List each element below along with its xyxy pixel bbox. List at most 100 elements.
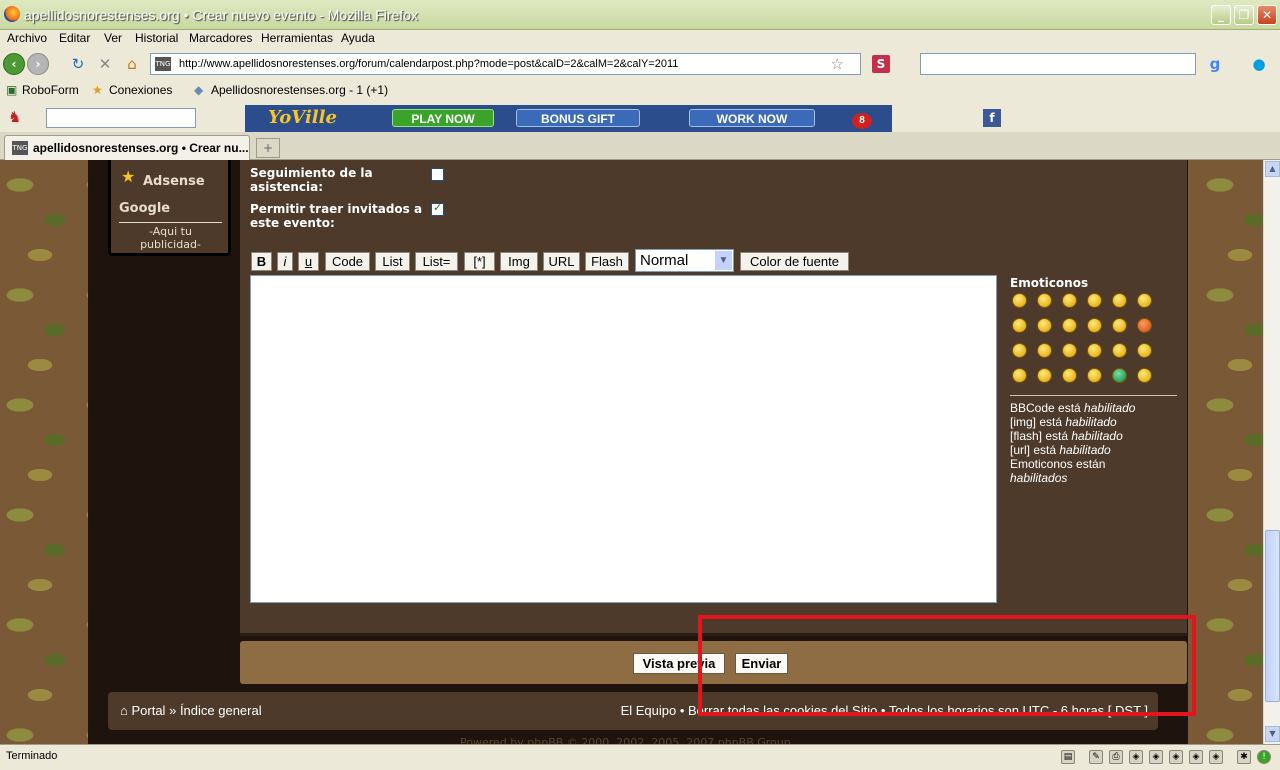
menu-ayuda[interactable]: Ayuda xyxy=(341,31,375,45)
search-input[interactable] xyxy=(920,53,1196,75)
page-info-icon[interactable]: ▤ xyxy=(1061,750,1075,764)
bbcode-bold-button[interactable]: B xyxy=(251,252,272,271)
tab-active[interactable]: TNG apellidosnorestenses.org • Crear nu.… xyxy=(4,135,250,160)
play-now-button[interactable]: PLAY NOW xyxy=(392,109,494,127)
portal-link[interactable]: Portal xyxy=(131,703,165,718)
emoticon-icon[interactable] xyxy=(1037,293,1052,308)
emoticon-icon[interactable] xyxy=(1062,368,1077,383)
bbcode-underline-button[interactable]: u xyxy=(298,252,319,271)
emoticon-icon[interactable] xyxy=(1112,343,1127,358)
emoticon-icon[interactable] xyxy=(1062,318,1077,333)
emoticon-icon[interactable] xyxy=(1137,343,1152,358)
emoticon-icon[interactable] xyxy=(1012,368,1027,383)
emoticon-icon[interactable] xyxy=(1087,368,1102,383)
home-icon[interactable]: ⌂ xyxy=(123,55,141,73)
toolbar-combo[interactable] xyxy=(46,108,196,128)
reload-icon[interactable]: ↻ xyxy=(69,55,87,73)
close-button[interactable]: ✕ xyxy=(1257,5,1277,25)
print-icon[interactable]: ⎙ xyxy=(1109,750,1123,764)
vertical-scrollbar[interactable]: ▲ ▼ xyxy=(1263,160,1280,744)
window-titlebar: apellidosnorestenses.org • Crear nuevo e… xyxy=(0,0,1280,30)
bbcode-italic-button[interactable]: i xyxy=(277,252,293,271)
scroll-down-icon[interactable]: ▼ xyxy=(1265,726,1280,742)
font-color-button[interactable]: Color de fuente xyxy=(740,252,849,271)
emoticons-status-value: habilitados xyxy=(1010,471,1068,485)
facebook-icon[interactable]: f xyxy=(983,109,1001,127)
maximize-button[interactable]: ❐ xyxy=(1234,5,1254,25)
font-size-select[interactable]: Normal ▼ xyxy=(635,249,734,272)
menu-herramientas[interactable]: Herramientas xyxy=(261,31,333,45)
status-text: Terminado xyxy=(6,750,58,762)
back-button[interactable]: ‹ xyxy=(3,53,25,75)
bbcode-list-ordered-button[interactable]: List= xyxy=(415,252,458,271)
addon-icon[interactable]: ◈ xyxy=(1209,750,1223,764)
bookmark-site[interactable]: Apellidosnorestenses.org - 1 (+1) xyxy=(211,83,388,97)
firefox-logo-icon xyxy=(4,6,20,22)
tab-bar: TNG apellidosnorestenses.org • Crear nu.… xyxy=(0,132,1280,160)
status-ok-icon[interactable]: ! xyxy=(1257,750,1271,764)
emoticon-icon[interactable] xyxy=(1137,318,1152,333)
footer-breadcrumb: ⌂ Portal » Índice general xyxy=(120,703,262,718)
bbcode-list-button[interactable]: List xyxy=(375,252,410,271)
bonus-gift-button[interactable]: BONUS GIFT xyxy=(516,109,640,127)
addon-icon[interactable]: ◈ xyxy=(1189,750,1203,764)
addon-icon[interactable]: ◈ xyxy=(1129,750,1143,764)
menu-historial[interactable]: Historial xyxy=(135,31,178,45)
message-textarea[interactable] xyxy=(250,275,997,603)
emoticon-icon[interactable] xyxy=(1087,343,1102,358)
invitados-checkbox[interactable] xyxy=(431,201,444,216)
tab-label: apellidosnorestenses.org • Crear nu... xyxy=(33,141,249,155)
emoticon-icon[interactable] xyxy=(1087,318,1102,333)
emoticon-icon[interactable] xyxy=(1037,343,1052,358)
forward-button[interactable]: › xyxy=(27,53,49,75)
bookmark-star-icon[interactable]: ☆ xyxy=(831,55,844,73)
addon-icon[interactable]: ◈ xyxy=(1169,750,1183,764)
bookmark-roboform[interactable]: RoboForm xyxy=(22,83,79,97)
emoticon-icon[interactable] xyxy=(1112,293,1127,308)
menu-archivo[interactable]: Archivo xyxy=(7,31,47,45)
yoville-logo[interactable]: YoVille xyxy=(268,107,337,128)
edit-icon[interactable]: ✎ xyxy=(1089,750,1103,764)
emoticon-icon[interactable] xyxy=(1137,368,1152,383)
bbcode-img-button[interactable]: Img xyxy=(500,252,538,271)
bbcode-url-button[interactable]: URL xyxy=(543,252,580,271)
bbcode-code-button[interactable]: Code xyxy=(325,252,370,271)
breadcrumb-separator: » xyxy=(169,703,177,718)
index-link[interactable]: Índice general xyxy=(180,703,262,718)
menu-ver[interactable]: Ver xyxy=(104,31,122,45)
chevron-down-icon[interactable]: ▼ xyxy=(715,251,732,270)
emoticon-icon[interactable] xyxy=(1112,318,1127,333)
emoticon-icon[interactable] xyxy=(1062,343,1077,358)
emoticon-icon[interactable] xyxy=(1087,293,1102,308)
work-now-button[interactable]: WORK NOW xyxy=(689,109,815,127)
emoticon-icon[interactable] xyxy=(1037,368,1052,383)
sidebar-ad-link[interactable]: -Aqui tu publicidad- xyxy=(119,225,222,251)
emoticon-icon[interactable] xyxy=(1012,318,1027,333)
tools-icon[interactable]: ✱ xyxy=(1237,750,1251,764)
new-tab-button[interactable]: + xyxy=(256,138,280,158)
url-bar[interactable]: TNG http://www.apellidosnorestenses.org/… xyxy=(150,53,861,75)
seguimiento-checkbox[interactable] xyxy=(431,168,444,181)
menu-editar[interactable]: Editar xyxy=(59,31,90,45)
roboform-search-icon[interactable]: S xyxy=(872,55,890,73)
emoticon-icon[interactable] xyxy=(1012,343,1027,358)
bookmark-conexiones[interactable]: Conexiones xyxy=(109,83,172,97)
bbcode-flash-button[interactable]: Flash xyxy=(585,252,629,271)
page-icon: ◆ xyxy=(194,83,204,97)
emoticon-icon[interactable] xyxy=(1062,293,1077,308)
addon-icon[interactable]: ◈ xyxy=(1149,750,1163,764)
menu-marcadores[interactable]: Marcadores xyxy=(189,31,252,45)
google-search-icon[interactable]: g xyxy=(1206,55,1224,73)
emoticon-icon[interactable] xyxy=(1112,368,1127,383)
scroll-up-icon[interactable]: ▲ xyxy=(1265,161,1280,177)
scroll-thumb[interactable] xyxy=(1265,530,1280,702)
skype-icon[interactable]: ● xyxy=(1250,55,1268,73)
minimize-button[interactable]: _ xyxy=(1211,5,1231,25)
stop-icon[interactable]: ✕ xyxy=(96,55,114,73)
emoticon-icon[interactable] xyxy=(1012,293,1027,308)
url-text[interactable]: http://www.apellidosnorestenses.org/foru… xyxy=(179,58,678,70)
emoticon-icon[interactable] xyxy=(1037,318,1052,333)
mail-count-badge[interactable]: 8 xyxy=(852,113,872,129)
emoticon-icon[interactable] xyxy=(1137,293,1152,308)
bbcode-list-item-button[interactable]: [*] xyxy=(464,252,495,271)
